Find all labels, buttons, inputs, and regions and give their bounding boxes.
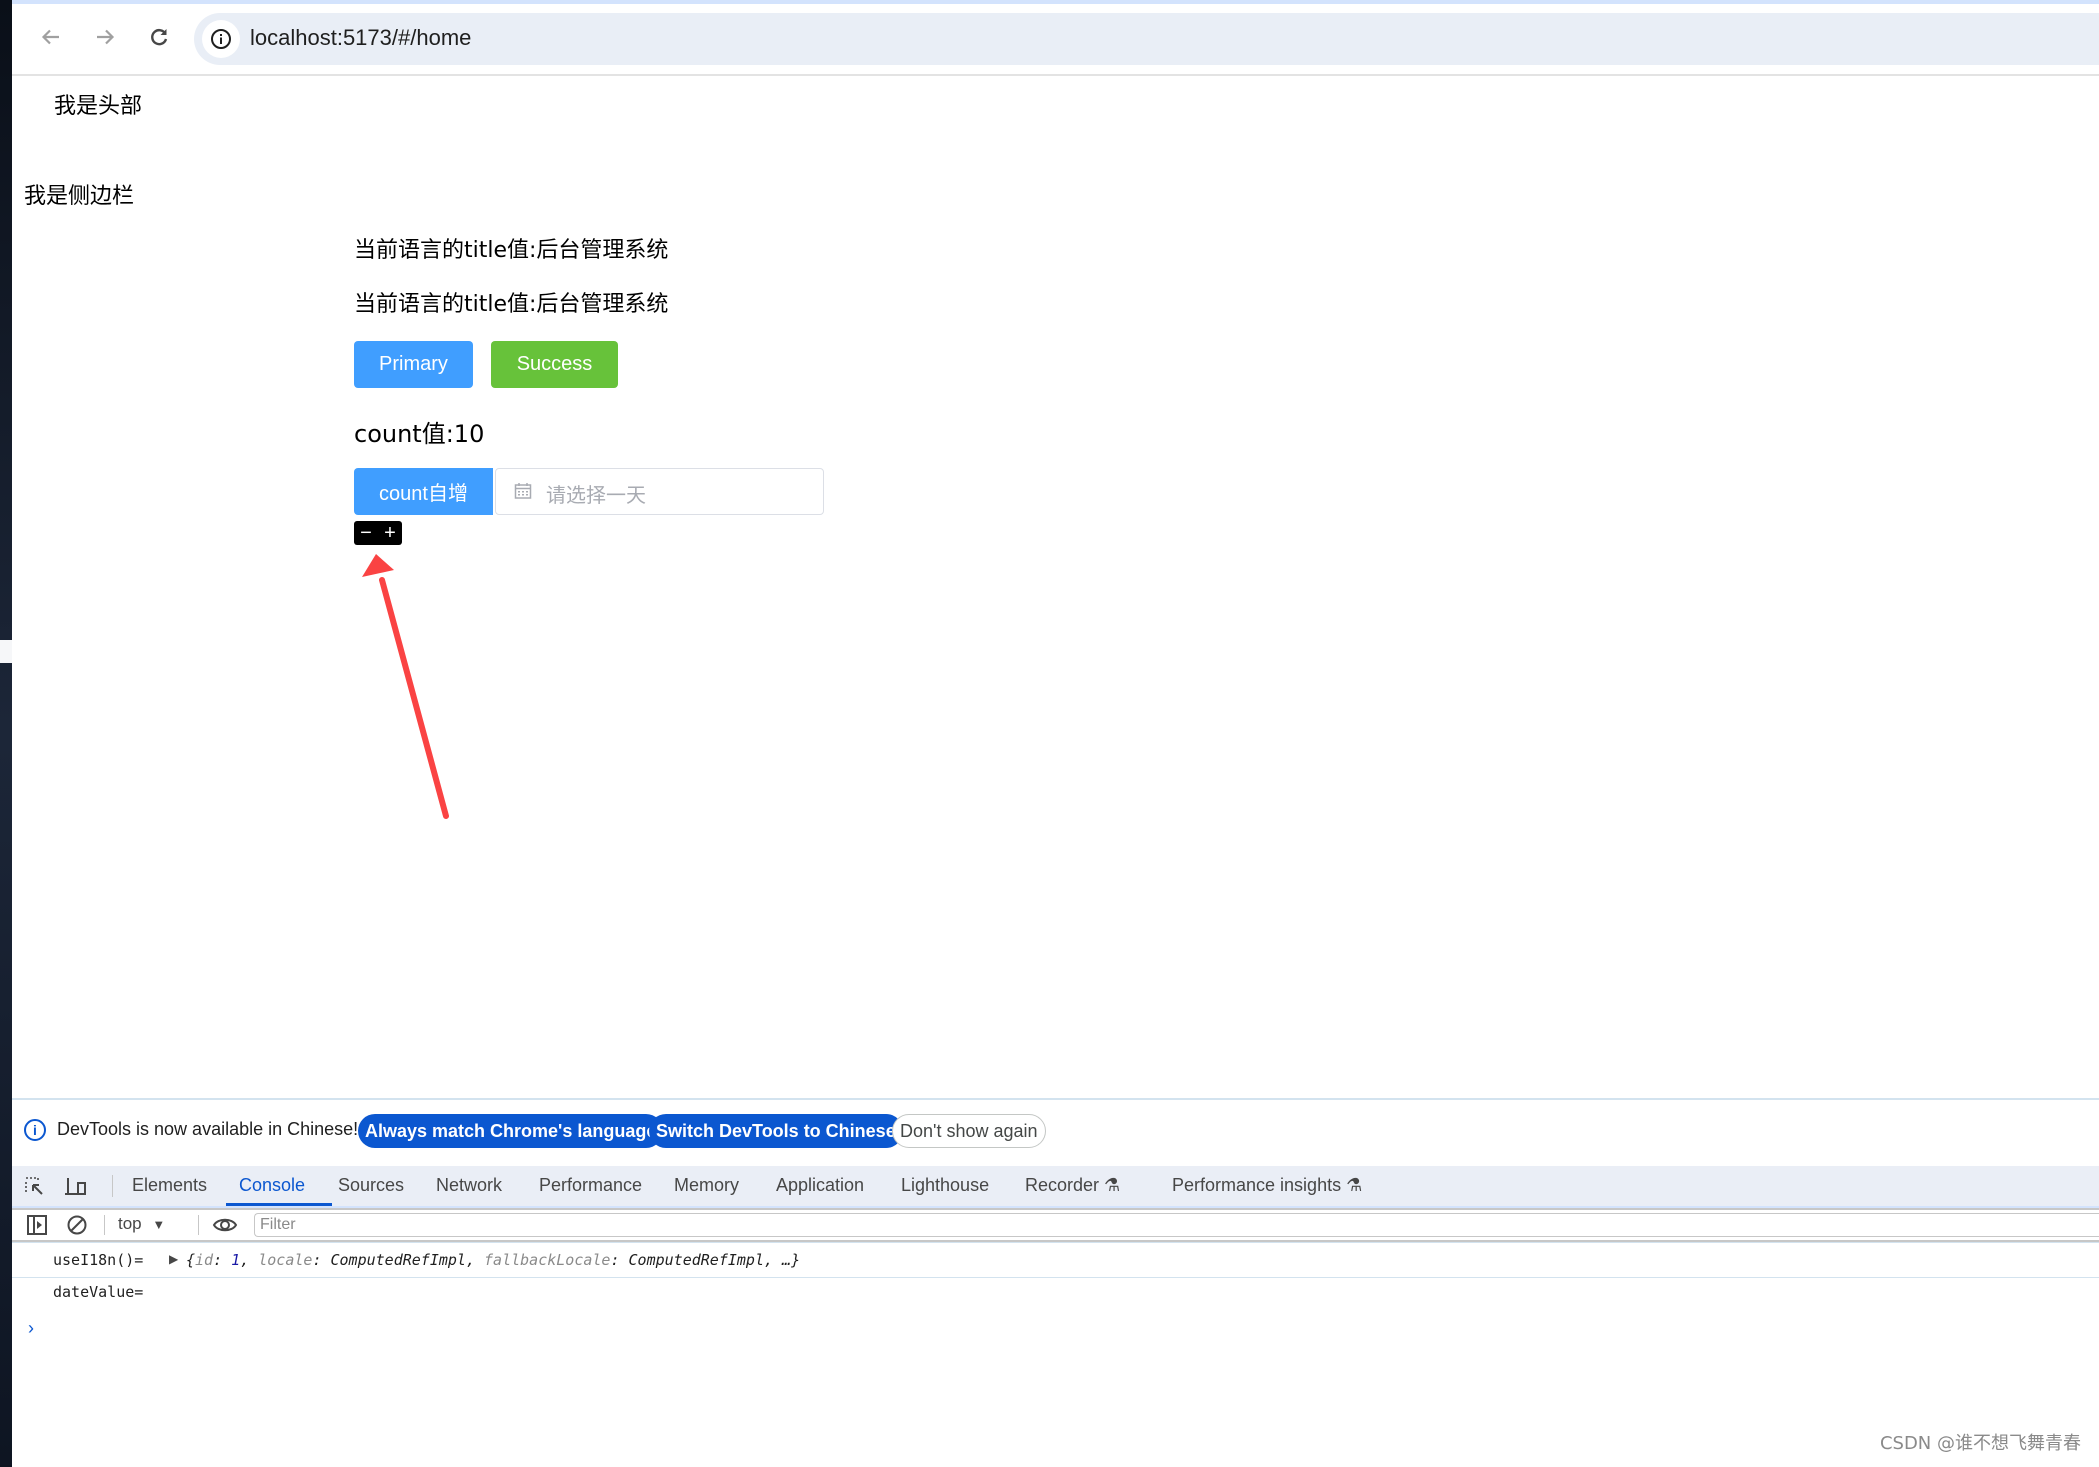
site-info-button[interactable] — [202, 20, 240, 58]
reload-icon — [151, 29, 168, 46]
desktop-background — [0, 0, 12, 1465]
log-prefix: useI18n()= — [53, 1251, 144, 1269]
expand-triangle-icon[interactable]: ▶ — [169, 1252, 178, 1266]
active-tab-indicator — [226, 1203, 332, 1206]
i18n-title-line: 当前语言的title值:后台管理系统 — [354, 238, 669, 263]
annotation-arrow-shaft — [379, 577, 449, 819]
arrow-right-icon — [97, 29, 115, 45]
dont-show-again-button[interactable]: Don't show again — [892, 1114, 1046, 1148]
desktop-edge — [0, 640, 12, 663]
console-filter-input[interactable]: Filter — [254, 1213, 2099, 1237]
app-sidebar: 我是侧边栏 — [24, 184, 135, 209]
browser-window: localhost:5173/#/home 我是头部 我是侧边栏 当前语言的ti… — [12, 0, 2099, 1467]
console-prompt[interactable]: › — [28, 1318, 34, 1339]
log-prefix: dateValue= — [53, 1283, 144, 1301]
divider — [198, 1215, 199, 1235]
always-match-language-button[interactable]: Always match Chrome's language — [358, 1114, 664, 1148]
tab-performance-insights-label: Performance insights — [1172, 1175, 1342, 1195]
console-log-entry[interactable]: dateValue= — [12, 1277, 2099, 1307]
zoom-stepper: − + — [354, 521, 402, 545]
context-value: top — [118, 1214, 142, 1233]
count-increment-button[interactable]: count自增 — [354, 468, 493, 515]
infobar-message: DevTools is now available in Chinese! — [57, 1119, 359, 1139]
console-log-entry[interactable]: useI18n()= ▶ {id: 1, locale: ComputedRef… — [12, 1242, 2099, 1278]
tab-network[interactable]: Network — [436, 1175, 502, 1196]
plus-button[interactable]: + — [378, 521, 402, 545]
context-selector[interactable]: top ▼ — [118, 1214, 165, 1234]
experiment-flask-icon: ⚗ — [1104, 1175, 1121, 1195]
divider — [112, 1175, 113, 1197]
switch-to-chinese-button[interactable]: Switch DevTools to Chinese — [649, 1114, 903, 1148]
tab-console[interactable]: Console — [239, 1175, 305, 1196]
tab-lighthouse[interactable]: Lighthouse — [901, 1175, 989, 1196]
tab-recorder-label: Recorder — [1025, 1175, 1100, 1195]
sidebar-toggle-icon[interactable] — [26, 1214, 48, 1236]
app-header: 我是头部 — [54, 94, 143, 119]
count-value: count值:10 — [354, 420, 485, 448]
console-toolbar: top ▼ Filter — [12, 1208, 2099, 1242]
annotation-arrow-head — [362, 554, 394, 577]
primary-button[interactable]: Primary — [354, 341, 473, 388]
dropdown-triangle-icon: ▼ — [152, 1217, 166, 1232]
info-icon — [211, 29, 231, 49]
inspect-element-icon[interactable] — [24, 1176, 46, 1198]
tab-recorder[interactable]: Recorder ⚗ — [1025, 1175, 1120, 1196]
clear-console-icon[interactable] — [66, 1214, 88, 1236]
tab-memory[interactable]: Memory — [674, 1175, 739, 1196]
devtools-tabbar: Elements Console Sources Network Perform… — [12, 1166, 2099, 1208]
arrow-left-icon — [41, 29, 59, 45]
tab-sources[interactable]: Sources — [338, 1175, 404, 1196]
experiment-flask-icon: ⚗ — [1346, 1175, 1363, 1195]
i18n-title-line: 当前语言的title值:后台管理系统 — [354, 292, 669, 317]
date-picker-input[interactable]: 请选择一天 — [495, 468, 824, 515]
forward-button[interactable] — [90, 22, 120, 52]
date-placeholder: 请选择一天 — [546, 483, 646, 507]
devtools-language-infobar: i DevTools is now available in Chinese! … — [12, 1100, 2099, 1160]
url-text[interactable]: localhost:5173/#/home — [250, 25, 471, 51]
tab-elements[interactable]: Elements — [132, 1175, 207, 1196]
back-button[interactable] — [36, 22, 66, 52]
divider — [104, 1215, 105, 1235]
tab-performance[interactable]: Performance — [539, 1175, 642, 1196]
device-toolbar-icon[interactable] — [64, 1176, 88, 1198]
tab-performance-insights[interactable]: Performance insights ⚗ — [1172, 1175, 1362, 1196]
reload-button[interactable] — [144, 22, 174, 52]
success-button[interactable]: Success — [491, 341, 618, 388]
calendar-icon — [514, 483, 532, 499]
minus-button[interactable]: − — [354, 521, 378, 545]
tab-application[interactable]: Application — [776, 1175, 864, 1196]
devtools-panel: i DevTools is now available in Chinese! … — [12, 1098, 2099, 1467]
info-icon: i — [24, 1119, 46, 1141]
live-expression-eye-icon[interactable] — [212, 1215, 238, 1235]
browser-toolbar: localhost:5173/#/home — [12, 4, 2099, 76]
log-object-preview: {id: 1, locale: ComputedRefImpl, fallbac… — [186, 1251, 801, 1269]
address-bar[interactable]: localhost:5173/#/home — [194, 13, 2099, 65]
csdn-watermark: CSDN @谁不想飞舞青春 — [1879, 1433, 2081, 1454]
